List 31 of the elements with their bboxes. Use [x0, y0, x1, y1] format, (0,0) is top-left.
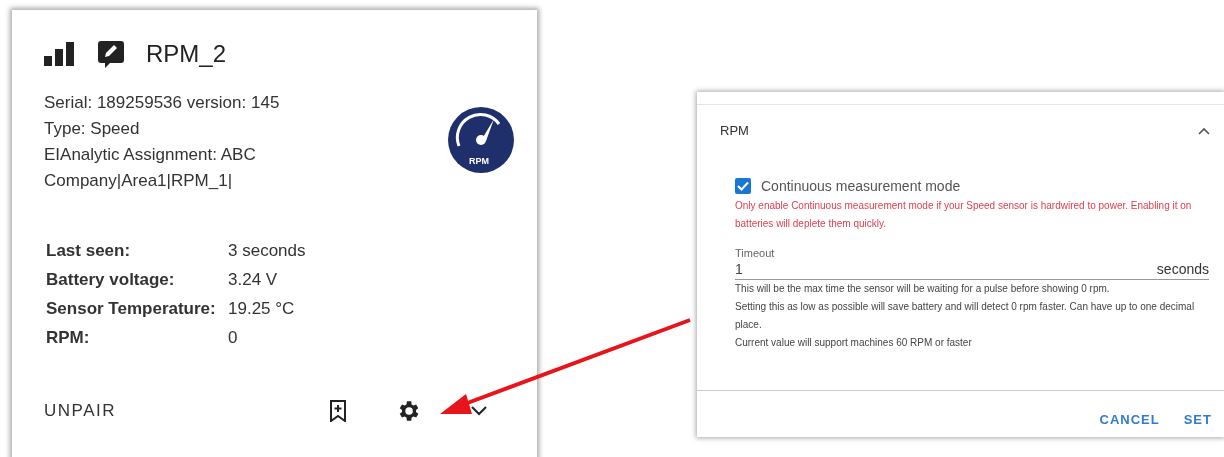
stat-label: Last seen: [46, 240, 132, 261]
section-title: RPM [720, 123, 749, 138]
section-header[interactable]: RPM [697, 105, 1224, 138]
detail-text: Type: Speed [44, 118, 141, 140]
field-label: Timeout [735, 247, 776, 259]
speedometer-icon [447, 106, 515, 174]
checkbox[interactable] [735, 178, 751, 194]
stat-label: Battery voltage: [46, 269, 176, 290]
checkbox-label: Continuous measurement mode [761, 178, 961, 194]
stat-value: 3.24 V [228, 269, 279, 290]
stat-label: Sensor Temperature: [46, 298, 217, 319]
unpair-button[interactable]: UNPAIR [44, 401, 116, 421]
helper-text: Setting this as low as possible will save battery and will detect 0 rpm faster. Can have up to one decimal place. [735, 300, 1196, 332]
detail-text: EIAnalytic Assignment: ABC Company|Area1|RPM_1| [44, 144, 257, 192]
helper-text: This will be the max time the sensor will be waiting for a pulse before showing 0 rpm. [735, 282, 1111, 296]
bookmark-add-icon[interactable] [327, 398, 349, 424]
stat-label: RPM: [46, 327, 91, 348]
stat-value: 19.25 °C [228, 298, 296, 319]
helper-text: Current value will support machines 60 RPM or faster [735, 336, 973, 350]
warning-text: Only enable Continuous measurement mode if your Speed sensor is hardwired to power. Enabling it on batteries will deplete them quickly. [735, 199, 1193, 231]
chevron-down-icon[interactable] [469, 404, 489, 418]
signal-bars-icon [44, 42, 76, 66]
edit-comment-icon[interactable] [98, 40, 124, 68]
unit-label: seconds [1156, 261, 1209, 277]
dialog-button[interactable]: SET [1183, 409, 1212, 429]
detail-text: Serial: 189259536 version: 145 [44, 92, 281, 114]
stat-value: 3 seconds [228, 240, 307, 261]
gauge-label: RPM [469, 156, 489, 166]
sensor-name: RPM_2 [146, 40, 227, 68]
stat-value: 0 [228, 327, 239, 348]
dialog-button[interactable]: CANCEL [1099, 409, 1160, 429]
